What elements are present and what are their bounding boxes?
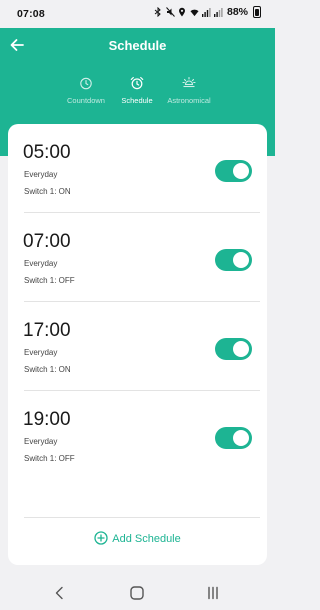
system-nav-bar [0, 575, 275, 610]
nav-back-button[interactable] [51, 584, 69, 602]
schedule-toggle[interactable] [215, 160, 252, 182]
nav-home-button[interactable] [128, 584, 146, 602]
schedule-toggle[interactable] [215, 249, 252, 271]
battery-icon [253, 6, 261, 18]
schedule-item[interactable]: 19:00 Everyday Switch 1: OFF [8, 391, 267, 481]
battery-percent: 88% [226, 6, 248, 18]
schedule-action: Switch 1: ON [24, 187, 71, 196]
status-bar: 07:08 88% [0, 0, 275, 28]
toggle-knob [233, 252, 249, 268]
schedule-action: Switch 1: OFF [24, 454, 75, 463]
nav-recents-button[interactable] [204, 584, 222, 602]
sun-icon [182, 76, 196, 88]
bluetooth-icon [154, 7, 163, 17]
signal-icon [201, 7, 211, 17]
add-schedule-label: Add Schedule [112, 533, 181, 545]
schedule-item[interactable]: 05:00 Everyday Switch 1: ON [8, 124, 267, 214]
mute-icon [166, 7, 175, 17]
wifi-icon [190, 7, 199, 17]
schedule-time: 17:00 [23, 320, 71, 341]
schedule-toggle[interactable] [215, 427, 252, 449]
schedule-screen: 07:08 88% Schedule Countdown Schedule As… [0, 0, 275, 610]
divider [24, 517, 260, 518]
tab-label: Astronomical [167, 96, 211, 105]
chevron-left-icon [55, 586, 63, 600]
schedule-repeat: Everyday [24, 170, 58, 179]
schedule-item[interactable]: 07:00 Everyday Switch 1: OFF [8, 213, 267, 303]
schedule-item[interactable]: 17:00 Everyday Switch 1: ON [8, 302, 267, 392]
schedule-time: 07:00 [23, 231, 71, 252]
home-square-icon [130, 586, 144, 600]
recents-icon [208, 586, 218, 600]
alarm-clock-icon [130, 76, 144, 90]
schedule-time: 19:00 [23, 409, 71, 430]
schedule-toggle[interactable] [215, 338, 252, 360]
schedule-repeat: Everyday [24, 437, 58, 446]
add-schedule-button[interactable]: Add Schedule [8, 531, 267, 546]
toggle-knob [233, 341, 249, 357]
page-title: Schedule [108, 38, 167, 53]
signal-icon [213, 7, 223, 17]
add-circle-icon [94, 531, 108, 545]
mode-tabs: Countdown Schedule Astronomical [0, 76, 275, 116]
schedule-repeat: Everyday [24, 348, 58, 357]
schedule-repeat: Everyday [24, 259, 58, 268]
status-time: 07:08 [17, 8, 45, 20]
status-icons: 88% [154, 6, 261, 18]
schedule-action: Switch 1: ON [24, 365, 71, 374]
toggle-knob [233, 430, 249, 446]
schedule-list-card: 05:00 Everyday Switch 1: ON 07:00 Everyd… [8, 124, 267, 565]
location-icon [178, 7, 187, 17]
timer-icon [80, 77, 92, 90]
schedule-action: Switch 1: OFF [24, 276, 75, 285]
tab-astronomical[interactable]: Astronomical [157, 76, 221, 105]
schedule-time: 05:00 [23, 142, 71, 163]
toggle-knob [233, 163, 249, 179]
